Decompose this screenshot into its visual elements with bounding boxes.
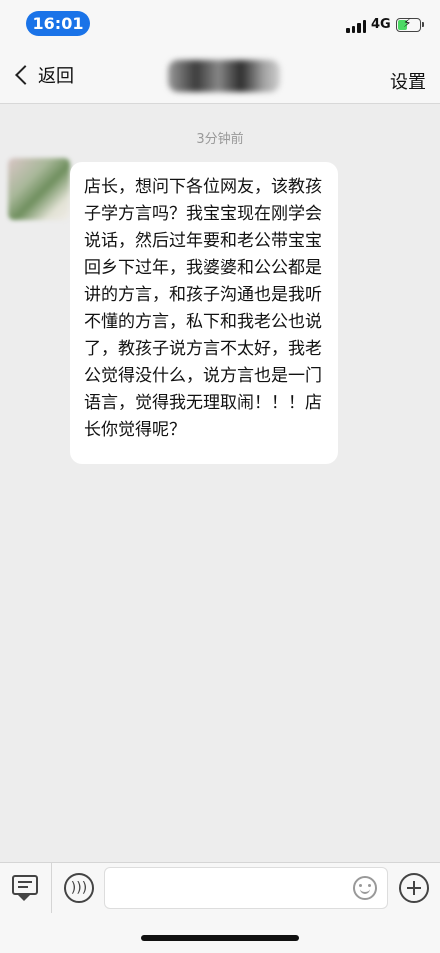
status-time: 16:01	[26, 11, 90, 36]
message-bubble[interactable]: 店长，想问下各位网友，该教孩子学方言吗？我宝宝现在刚学会说话，然后过年要和老公带…	[70, 162, 338, 464]
message-input[interactable]	[104, 867, 388, 909]
emoji-icon[interactable]	[353, 876, 377, 900]
chat-title-obscured	[168, 60, 280, 92]
back-button[interactable]: 返回	[12, 60, 74, 90]
divider	[51, 863, 52, 913]
chevron-left-icon	[15, 65, 35, 85]
status-bar: 16:01 4G ⚡	[0, 0, 440, 46]
settings-button[interactable]: 设置	[390, 68, 426, 94]
nav-bar: 返回 设置	[0, 46, 440, 104]
menu-icon[interactable]	[10, 873, 40, 903]
home-indicator[interactable]	[141, 935, 299, 941]
signal-icon	[346, 19, 368, 33]
plus-icon[interactable]	[399, 873, 429, 903]
back-label: 返回	[38, 66, 74, 87]
voice-icon[interactable]: )))	[64, 873, 94, 903]
battery-icon: ⚡	[396, 16, 424, 32]
message-timestamp: 3分钟前	[196, 132, 244, 147]
avatar[interactable]	[8, 158, 70, 220]
network-label: 4G	[371, 17, 391, 32]
